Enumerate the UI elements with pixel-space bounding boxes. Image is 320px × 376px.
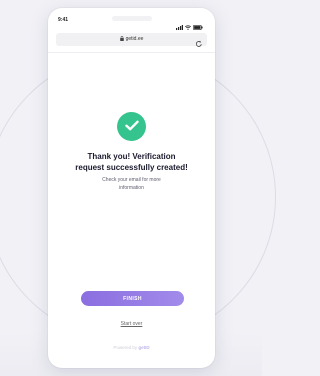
- reload-icon[interactable]: [195, 35, 203, 53]
- url-text: getid.ee: [125, 36, 144, 42]
- brand-logo: getID: [138, 345, 150, 350]
- start-over-link[interactable]: Start over: [48, 321, 215, 327]
- success-title: Thank you! Verification request successf…: [54, 151, 209, 173]
- success-title-line2: request successfully created!: [75, 163, 188, 172]
- powered-by-text: Powered by: [113, 345, 138, 350]
- address-bar[interactable]: getid.ee: [56, 33, 207, 47]
- success-badge: [117, 112, 146, 141]
- success-title-line1: Thank you! Verification: [87, 152, 176, 161]
- phone-frame: 9:41 getid.ee Thank you! Verification re…: [48, 8, 215, 368]
- success-message: Check your email for more information: [82, 176, 181, 192]
- status-time: 9:41: [58, 17, 69, 23]
- powered-by: Powered by getID: [48, 345, 215, 350]
- check-icon: [124, 118, 139, 136]
- url-text-container: getid.ee: [56, 36, 207, 43]
- browser-divider: [48, 52, 215, 53]
- success-message-line2: information: [119, 185, 144, 191]
- lock-icon: [119, 36, 124, 43]
- finish-button[interactable]: FINISH: [81, 291, 184, 306]
- phone-notch: [112, 16, 152, 21]
- success-message-line1: Check your email for more: [102, 177, 161, 183]
